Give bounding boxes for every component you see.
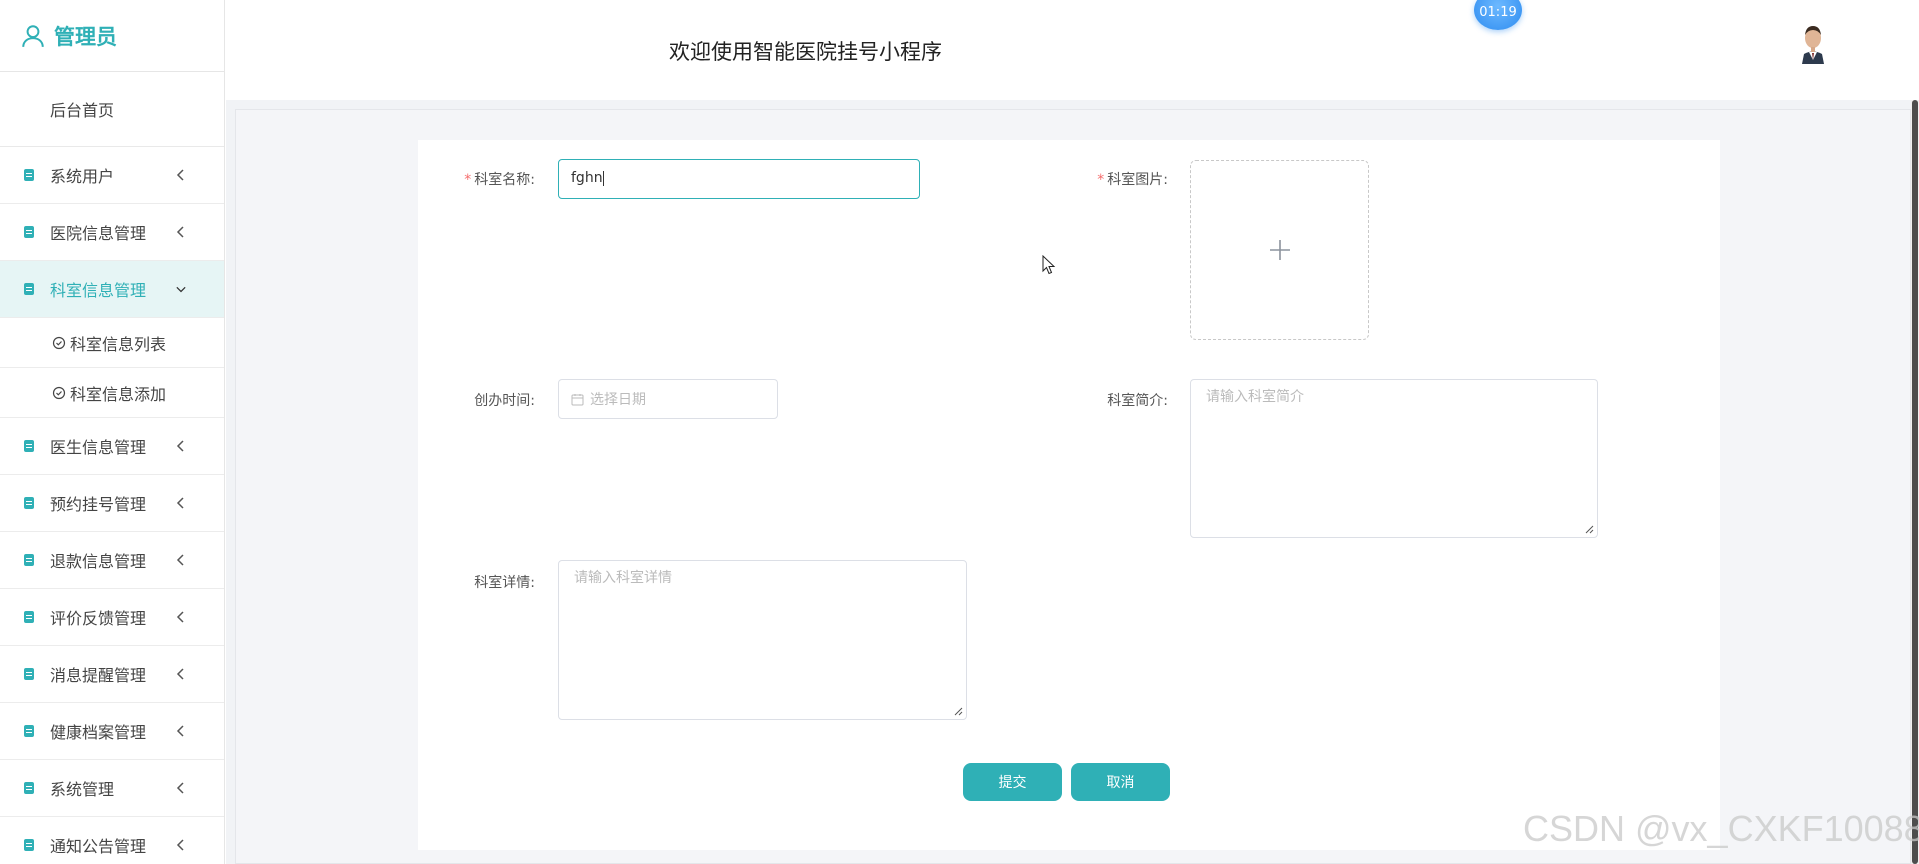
intro-placeholder: 请输入科室简介 [1206,389,1304,405]
scrollbar-thumb[interactable] [1912,100,1918,864]
submit-button[interactable]: 提交 [963,763,1062,801]
sidebar-item-doctor[interactable]: 医生信息管理 [0,418,224,475]
document-icon [24,497,34,509]
resize-grip-icon[interactable] [1585,525,1594,534]
document-icon [24,554,34,566]
chevron-left-icon [176,169,184,181]
chevron-left-icon [176,839,184,851]
sidebar-item-label: 科室信息管理 [50,281,147,300]
sidebar-item-health-records[interactable]: 健康档案管理 [0,703,224,760]
sidebar-subitem-label: 科室信息列表 [70,334,167,354]
sidebar-item-label: 医生信息管理 [50,438,147,457]
sidebar-item-label: 预约挂号管理 [50,495,147,514]
sidebar-brand: 管理员 [0,0,224,72]
sidebar-item-label: 退款信息管理 [50,552,147,571]
document-icon [24,611,34,623]
sidebar-item-label: 系统管理 [50,780,115,799]
document-icon [24,782,34,794]
chevron-left-icon [176,725,184,737]
page-title: 欢迎使用智能医院挂号小程序 [669,40,942,64]
department-name-value: fghn [571,170,603,186]
calendar-icon [571,393,584,405]
sidebar-item-label: 通知公告管理 [50,837,147,856]
sidebar: 管理员 后台首页 系统用户 医院信息管理 科室信息管理 科室信息列表 科室信息添… [0,0,225,864]
check-circle-icon [52,386,66,399]
resize-grip-icon[interactable] [954,707,963,716]
founded-date-picker[interactable]: 选择日期 [558,379,778,419]
cancel-button[interactable]: 取消 [1071,763,1170,801]
sidebar-item-home[interactable]: 后台首页 [0,72,224,147]
document-icon [24,725,34,737]
watermark: CSDN @vx_CXKF10088 [1523,808,1919,849]
sidebar-item-label: 健康档案管理 [50,723,147,742]
document-icon [24,839,34,851]
sidebar-item-label: 医院信息管理 [50,224,147,243]
brand-title: 管理员 [54,24,117,49]
plus-icon [1269,240,1290,260]
department-name-label: * 科室名称: [464,172,535,188]
sidebar-item-system-users[interactable]: 系统用户 [0,147,224,204]
department-intro-label: 科室简介: [1107,393,1168,409]
document-icon [24,169,34,181]
department-intro-textarea[interactable]: 请输入科室简介 [1190,379,1598,538]
sidebar-subitem-department-add[interactable]: 科室信息添加 [0,368,224,418]
chevron-left-icon [176,226,184,238]
sidebar-item-announcements[interactable]: 通知公告管理 [0,817,224,864]
department-detail-label: 科室详情: [474,575,535,591]
detail-placeholder: 请输入科室详情 [574,570,672,586]
timer-badge: 01:19 [1474,0,1522,30]
sidebar-item-feedback[interactable]: 评价反馈管理 [0,589,224,646]
sidebar-item-notifications[interactable]: 消息提醒管理 [0,646,224,703]
chevron-left-icon [176,497,184,509]
sidebar-item-refund[interactable]: 退款信息管理 [0,532,224,589]
chevron-down-icon [176,286,186,293]
sidebar-subitem-department-list[interactable]: 科室信息列表 [0,318,224,368]
date-placeholder: 选择日期 [590,392,646,408]
sidebar-item-label: 系统用户 [50,167,115,186]
sidebar-item-hospital[interactable]: 医院信息管理 [0,204,224,261]
sidebar-item-appointment[interactable]: 预约挂号管理 [0,475,224,532]
image-upload[interactable] [1190,160,1369,340]
user-icon [22,24,44,47]
check-circle-icon [52,336,66,349]
document-icon [24,440,34,452]
chevron-left-icon [176,554,184,566]
sidebar-subitem-label: 科室信息添加 [70,384,167,404]
sidebar-item-department[interactable]: 科室信息管理 [0,261,224,318]
document-icon [24,226,34,238]
sidebar-item-system-management[interactable]: 系统管理 [0,760,224,817]
mouse-cursor-icon [1042,255,1056,275]
chevron-left-icon [176,668,184,680]
chevron-left-icon [176,782,184,794]
chevron-left-icon [176,611,184,623]
top-header: 欢迎使用智能医院挂号小程序 01:19 [226,0,1919,100]
document-icon [24,668,34,680]
department-name-input[interactable]: fghn [558,159,920,199]
page-scrollbar[interactable] [1911,100,1919,864]
sidebar-item-label: 消息提醒管理 [50,666,147,685]
department-image-label: * 科室图片: [1097,172,1168,188]
sidebar-item-label: 评价反馈管理 [50,609,147,628]
chevron-left-icon [176,440,184,452]
avatar[interactable] [1798,22,1828,64]
founded-date-label: 创办时间: [474,393,535,409]
department-detail-textarea[interactable]: 请输入科室详情 [558,560,967,720]
document-icon [24,283,34,295]
